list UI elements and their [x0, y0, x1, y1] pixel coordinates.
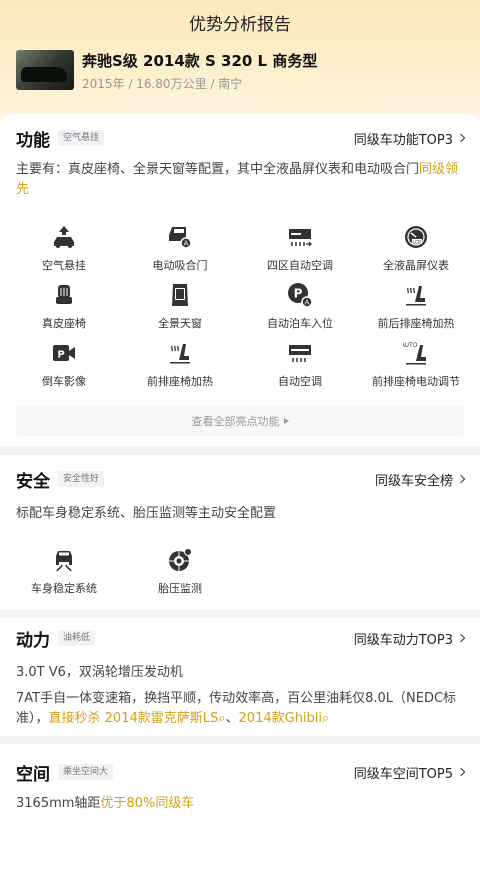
feature-label: 空气悬挂: [42, 259, 86, 272]
features-summary-text: 主要有：真皮座椅、全景天窗等配置，其中全液晶屏仪表和电动吸合门: [16, 162, 420, 177]
auto-ac-icon: [289, 345, 311, 362]
feature-lcd-dashboard[interactable]: LCD 全液晶屏仪表: [356, 224, 476, 273]
safety-tag: 安全性好: [58, 471, 105, 487]
features-summary: 主要有：真皮座椅、全景天窗等配置，其中全液晶屏仪表和电动吸合门同级领先: [16, 160, 464, 200]
svg-text:AUTO: AUTO: [403, 342, 418, 349]
chevron-right-icon: [456, 767, 466, 777]
feature-label: 全景天窗: [158, 317, 202, 330]
feature-auto-ac[interactable]: 自动空调: [240, 340, 360, 389]
space-title: 空间: [16, 764, 50, 785]
feature-label: 电动吸合门: [152, 259, 208, 272]
space-summary-highlight: 优于80%同级车: [100, 796, 195, 811]
safety-stability-control[interactable]: 车身稳定系统: [4, 547, 124, 596]
space-card: 空间 乘坐空间大 同级车空间TOP5 3165mm轴距优于80%同级车: [0, 744, 480, 874]
seat-heating-icon: [406, 286, 426, 306]
space-summary: 3165mm轴距优于80%同级车: [16, 794, 464, 814]
safety-summary: 标配车身稳定系统、胎压监测等主动安全配置: [16, 506, 277, 521]
chevron-right-icon: [456, 633, 466, 643]
lcd-dashboard-icon: LCD: [405, 226, 427, 248]
view-all-features-button[interactable]: 查看全部亮点功能: [16, 406, 464, 436]
air-suspension-icon: [54, 226, 74, 248]
power-engine: 3.0T V6，双涡轮增压发动机: [16, 665, 183, 680]
feature-label: 倒车影像: [42, 375, 86, 388]
front-seat-heating-icon: [170, 344, 190, 364]
ghibli-compare-link[interactable]: 2014款Ghibli⌕: [239, 711, 330, 726]
power-title: 动力: [16, 630, 50, 651]
lexus-compare-link[interactable]: 直接秒杀 2014款雷克萨斯LS⌕: [49, 711, 226, 726]
panoramic-sunroof-icon: [172, 284, 188, 306]
safety-card: 安全 安全性好 同级车安全榜 标配车身稳定系统、胎压监测等主动安全配置 车身稳定…: [0, 455, 480, 610]
feature-label: 全液晶屏仪表: [383, 259, 449, 272]
feature-front-seat-heating[interactable]: 前排座椅加热: [120, 340, 240, 389]
stability-control-icon: [56, 551, 72, 572]
power-separator: 、: [225, 711, 239, 726]
feature-auto-parking[interactable]: PA 自动泊车入位: [240, 282, 360, 331]
power-gearbox: 7AT手自一体变速箱，换挡平顺，传动效率高，百公里油耗仅8.0L（NEDC标准）…: [16, 689, 464, 729]
feature-leather-seat[interactable]: 真皮座椅: [4, 282, 124, 331]
leather-seat-icon: [56, 285, 72, 304]
safety-rank-link[interactable]: 同级车安全榜: [374, 470, 466, 489]
auto-parking-icon: PA: [288, 283, 313, 308]
power-card: 动力 油耗低 同级车动力TOP3 3.0T V6，双涡轮增压发动机 7AT手自一…: [0, 618, 480, 736]
feature-label: 真皮座椅: [42, 317, 86, 330]
svg-text:LCD: LCD: [413, 239, 421, 244]
chevron-right-icon: [456, 133, 466, 143]
lexus-compare-label: 直接秒杀 2014款雷克萨斯LS: [48, 711, 219, 726]
feature-power-seat[interactable]: AUTO 前排座椅电动调节: [356, 340, 476, 389]
svg-text:A: A: [305, 299, 310, 307]
power-seat-icon: AUTO: [403, 342, 426, 365]
feature-label: 前排座椅加热: [147, 375, 213, 388]
space-summary-text: 3165mm轴距: [16, 796, 101, 811]
space-tag: 乘坐空间大: [58, 764, 114, 780]
car-meta: 2015年 / 16.80万公里 / 南宁: [82, 77, 243, 91]
svg-text:A: A: [184, 240, 189, 248]
safety-rank-link-label: 同级车安全榜: [374, 473, 453, 489]
svg-text:P: P: [294, 287, 303, 301]
space-top-link-label: 同级车空间TOP5: [353, 766, 453, 782]
features-top-link-label: 同级车功能TOP3: [353, 132, 453, 148]
feature-air-suspension[interactable]: 空气悬挂: [4, 224, 124, 273]
car-name: 奔驰S级 2014款 S 320 L 商务型: [82, 52, 318, 70]
view-all-features-label: 查看全部亮点功能: [191, 415, 280, 428]
safety-label: 胎压监测: [158, 582, 202, 595]
feature-panoramic-sunroof[interactable]: 全景天窗: [120, 282, 240, 331]
page-title: 优势分析报告: [189, 15, 291, 35]
soft-close-door-icon: A: [169, 227, 192, 249]
feature-label: 自动空调: [278, 375, 322, 388]
caret-right-icon: [283, 418, 289, 424]
feature-seat-heating[interactable]: 前后排座椅加热: [356, 282, 476, 331]
features-tag: 空气悬挂: [58, 130, 105, 146]
power-tag: 油耗低: [58, 630, 96, 646]
features-top-link[interactable]: 同级车功能TOP3: [353, 129, 466, 148]
power-top-link[interactable]: 同级车动力TOP3: [353, 629, 466, 648]
chevron-right-icon: [456, 474, 466, 484]
feature-label: 前后排座椅加热: [377, 317, 455, 330]
car-thumbnail: [16, 50, 74, 90]
space-top-link[interactable]: 同级车空间TOP5: [353, 763, 466, 782]
tire-pressure-icon: [169, 548, 192, 571]
ghibli-compare-label: 2014款Ghibli: [238, 711, 323, 726]
car-summary[interactable]: 奔驰S级 2014款 S 320 L 商务型 2015年 / 16.80万公里 …: [16, 50, 317, 92]
safety-label: 车身稳定系统: [31, 582, 97, 595]
safety-title: 安全: [16, 471, 50, 492]
reverse-camera-icon: P: [53, 345, 75, 361]
features-title: 功能: [16, 130, 50, 151]
feature-soft-close-door[interactable]: A 电动吸合门: [120, 224, 240, 273]
feature-four-zone-ac[interactable]: 四区自动空调: [240, 224, 360, 273]
four-zone-ac-icon: [289, 229, 313, 247]
svg-text:P: P: [57, 350, 64, 361]
feature-label: 自动泊车入位: [267, 317, 333, 330]
safety-tire-pressure[interactable]: 胎压监测: [120, 547, 240, 596]
power-top-link-label: 同级车动力TOP3: [353, 632, 453, 648]
feature-reverse-camera[interactable]: P 倒车影像: [4, 340, 124, 389]
feature-label: 四区自动空调: [267, 259, 333, 272]
features-card: 功能 空气悬挂 同级车功能TOP3 主要有：真皮座椅、全景天窗等配置，其中全液晶…: [0, 114, 480, 446]
feature-label: 前排座椅电动调节: [372, 375, 460, 388]
